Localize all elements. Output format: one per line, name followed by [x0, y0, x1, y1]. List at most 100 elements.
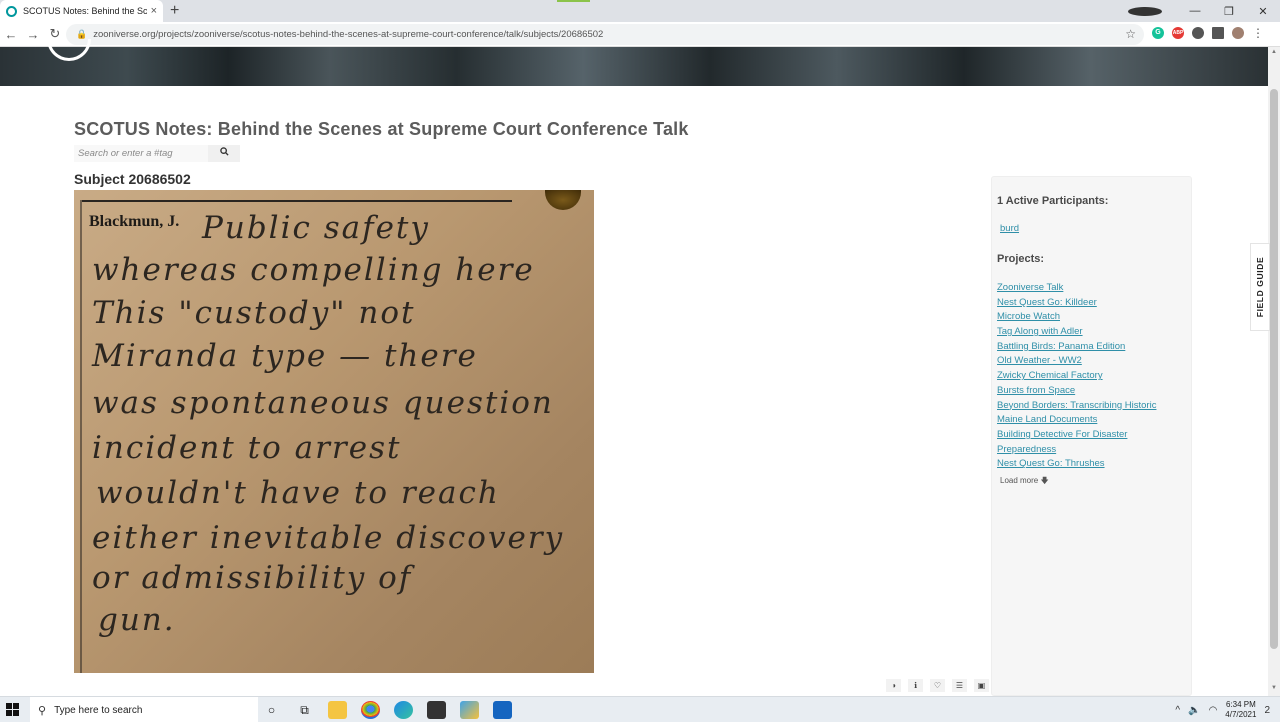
clock-time: 6:34 PM	[1225, 700, 1256, 709]
scrollbar-thumb[interactable]	[1270, 89, 1278, 649]
talk-sidebar: 1 Active Participants: burd Projects: Zo…	[991, 176, 1192, 696]
handwriting-line: either inevitable discovery	[92, 520, 565, 556]
maximize-button[interactable]: ❐	[1212, 5, 1246, 18]
url-text[interactable]: zooniverse.org/projects/zooniverse/scotu…	[93, 29, 603, 40]
zooniverse-logo-icon[interactable]	[47, 39, 91, 61]
page-title: SCOTUS Notes: Behind the Scenes at Supre…	[74, 119, 689, 139]
handwriting-line: or admissibility of	[92, 560, 413, 596]
project-link[interactable]: Maine Land Documents	[997, 413, 1156, 428]
page-scrollbar[interactable]: ▲ ▼	[1268, 47, 1280, 696]
subject-title: Subject 20686502	[74, 171, 191, 187]
chrome-menu-icon[interactable]: ⋮	[1252, 26, 1264, 40]
photos-icon[interactable]	[460, 701, 479, 719]
invert-icon[interactable]: ◑	[886, 679, 901, 692]
note-border-line	[82, 200, 512, 202]
info-icon[interactable]: ℹ	[908, 679, 923, 692]
minimize-button[interactable]: —	[1178, 5, 1212, 17]
load-more-label: Load more	[1000, 476, 1039, 485]
notification-count: 2	[1264, 704, 1270, 716]
rivet-mark	[545, 190, 581, 210]
task-view-icon[interactable]: ⧉	[295, 701, 314, 719]
load-more-button[interactable]: Load more 🡇	[1000, 475, 1049, 489]
wifi-icon[interactable]: ◠	[1209, 705, 1218, 716]
handwriting-line: wouldn't have to reach	[96, 475, 500, 511]
mail-icon[interactable]	[493, 701, 512, 719]
media-control-icon[interactable]	[1128, 6, 1162, 16]
scroll-down-icon[interactable]: ▼	[1271, 685, 1277, 691]
project-link[interactable]: Microbe Watch	[997, 310, 1156, 325]
taskbar-apps: ○ ⧉	[262, 701, 512, 719]
project-link[interactable]: Zooniverse Talk	[997, 281, 1156, 296]
arrow-down-icon: 🡇	[1040, 476, 1049, 485]
close-tab-icon[interactable]: ×	[151, 5, 157, 17]
subject-image[interactable]: Blackmun, J. Public safety whereas compe…	[74, 190, 594, 673]
handwriting-line: Public safety	[202, 210, 430, 246]
tab-title: SCOTUS Notes: Behind the Scene	[23, 6, 147, 16]
search-icon: ⚲	[38, 704, 47, 717]
windows-start-icon[interactable]	[6, 703, 20, 717]
volume-icon[interactable]: 🔈	[1188, 705, 1200, 716]
new-tab-button[interactable]: +	[170, 2, 179, 20]
project-link[interactable]: Zwicky Chemical Factory	[997, 369, 1156, 384]
field-guide-label: FIELD GUIDE	[1255, 256, 1265, 318]
profile-avatar[interactable]	[1232, 27, 1244, 39]
media-queue-icon[interactable]	[1212, 27, 1224, 39]
image-toolbar: ◑ ℹ ♡ ☰ ▣	[886, 679, 989, 692]
handwriting-line: This "custody" not	[92, 295, 416, 331]
back-button[interactable]: ←	[0, 27, 22, 42]
tag-search-input[interactable]	[74, 145, 208, 162]
forward-button[interactable]: →	[22, 27, 44, 42]
extensions-puzzle-icon[interactable]	[1192, 27, 1204, 39]
address-bar[interactable]: 🔒 zooniverse.org/projects/zooniverse/sco…	[66, 24, 1144, 45]
project-header-banner	[0, 39, 1268, 86]
project-link[interactable]: Tag Along with Adler	[997, 325, 1156, 340]
bookmark-star-icon[interactable]: ☆	[1125, 27, 1136, 41]
notifications-icon[interactable]: 2	[1264, 705, 1270, 716]
favorite-heart-icon[interactable]: ♡	[930, 679, 945, 692]
cortana-icon[interactable]: ○	[262, 701, 281, 719]
project-link[interactable]: Nest Quest Go: Thrushes	[997, 457, 1156, 472]
file-explorer-icon[interactable]	[328, 701, 347, 719]
close-window-button[interactable]: ✕	[1246, 5, 1280, 18]
clock[interactable]: 6:34 PM 4/7/2021	[1225, 700, 1256, 720]
clock-date: 4/7/2021	[1225, 710, 1257, 719]
project-list: Zooniverse Talk Nest Quest Go: Killdeer …	[997, 281, 1156, 472]
project-link[interactable]: Bursts from Space	[997, 384, 1156, 399]
grammarly-icon[interactable]: G	[1152, 27, 1164, 39]
field-guide-tab[interactable]: FIELD GUIDE	[1250, 243, 1270, 331]
browser-tab-strip: SCOTUS Notes: Behind the Scene × + — ❐ ✕	[0, 0, 1280, 22]
project-link[interactable]: Nest Quest Go: Killdeer	[997, 296, 1156, 311]
extension-icons: G ABP ⋮	[1152, 26, 1264, 40]
image-view-icon[interactable]: ▣	[974, 679, 989, 692]
store-icon[interactable]	[427, 701, 446, 719]
handwriting-line: incident to arrest	[92, 430, 402, 466]
project-link[interactable]: Preparedness	[997, 443, 1156, 458]
scroll-up-icon[interactable]: ▲	[1271, 49, 1277, 55]
chevron-up-icon[interactable]: ^	[1175, 705, 1180, 716]
search-icon	[219, 147, 229, 156]
taskbar-search-text: Type here to search	[54, 704, 143, 716]
zooniverse-favicon-icon	[6, 5, 17, 17]
edge-icon[interactable]	[394, 701, 413, 719]
adblock-icon[interactable]: ABP	[1172, 27, 1184, 39]
search-button[interactable]	[208, 145, 240, 162]
project-link[interactable]: Beyond Borders: Transcribing Historic	[997, 399, 1156, 414]
collect-list-icon[interactable]: ☰	[952, 679, 967, 692]
taskbar-search[interactable]: ⚲ Type here to search	[30, 697, 258, 723]
handwriting-line: gun.	[98, 602, 176, 638]
projects-heading: Projects:	[997, 253, 1045, 265]
talk-search	[74, 145, 240, 162]
participant-link[interactable]: burd	[1000, 223, 1019, 234]
note-left-edge	[80, 200, 82, 673]
windows-taskbar: ⚲ Type here to search ○ ⧉ ^ 🔈 ◠ 6:34 PM …	[0, 696, 1280, 723]
project-link[interactable]: Building Detective For Disaster	[997, 428, 1156, 443]
participants-heading: 1 Active Participants:	[997, 195, 1109, 207]
chrome-icon[interactable]	[361, 701, 380, 719]
handwriting-line: Miranda type — there	[92, 338, 478, 374]
loading-indicator	[557, 0, 590, 2]
project-link[interactable]: Old Weather - WW2	[997, 354, 1156, 369]
handwriting-line: was spontaneous question	[92, 385, 554, 421]
handwriting-line: whereas compelling here	[92, 252, 535, 288]
browser-tab[interactable]: SCOTUS Notes: Behind the Scene ×	[0, 0, 163, 22]
project-link[interactable]: Battling Birds: Panama Edition	[997, 340, 1156, 355]
